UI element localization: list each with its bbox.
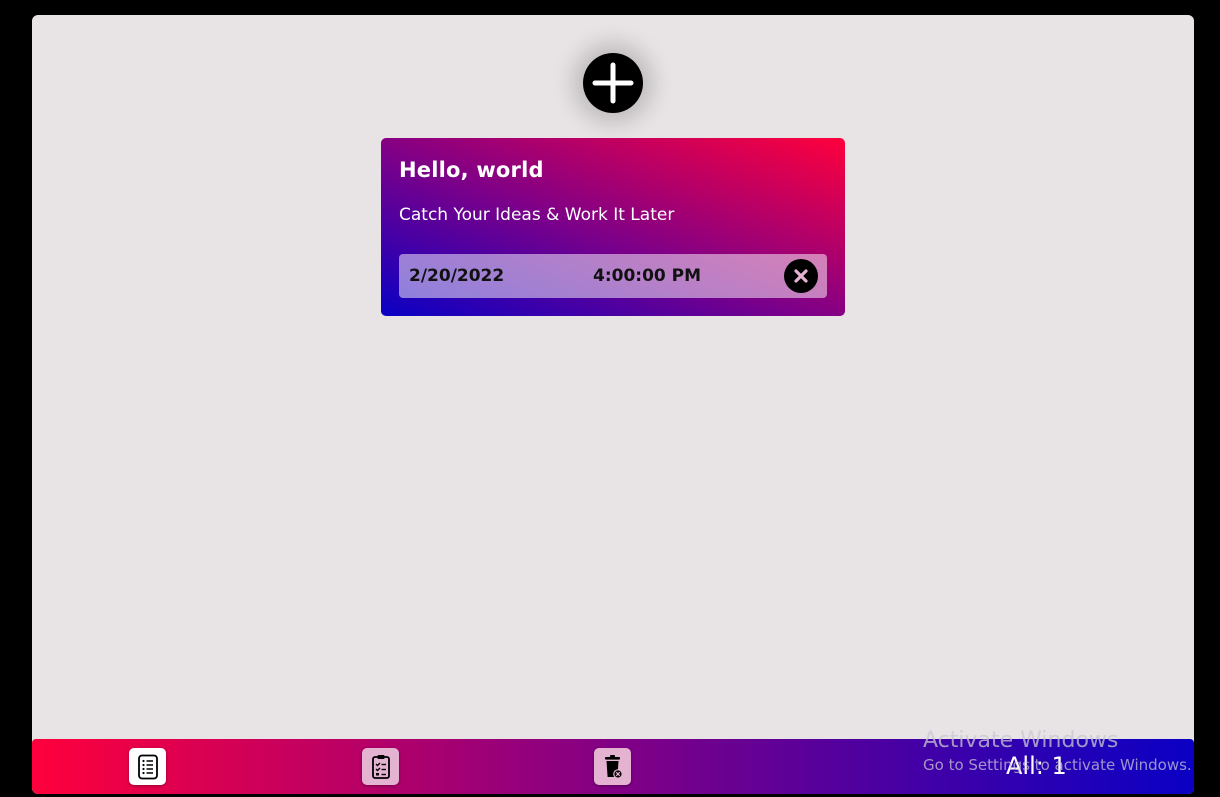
add-note-button[interactable] (583, 53, 643, 113)
completed-notes-button[interactable] (362, 748, 399, 785)
note-footer: 2/20/2022 4:00:00 PM (399, 254, 827, 298)
note-body: Catch Your Ideas & Work It Later (399, 205, 675, 225)
note-title: Hello, world (399, 158, 544, 182)
note-card[interactable]: Hello, world Catch Your Ideas & Work It … (381, 138, 845, 316)
close-icon (794, 269, 808, 283)
note-date: 2/20/2022 (409, 266, 505, 286)
notes-count: All: 1 (1006, 752, 1067, 780)
clipboard-check-icon (371, 754, 390, 779)
delete-note-button[interactable] (784, 259, 818, 293)
plus-icon (592, 62, 634, 104)
trash-notes-button[interactable] (594, 748, 631, 785)
all-notes-button[interactable] (129, 748, 166, 785)
app-container: Hello, world Catch Your Ideas & Work It … (32, 15, 1194, 794)
note-time: 4:00:00 PM (593, 266, 702, 286)
bottom-nav-bar: All: 1 (32, 739, 1194, 794)
list-icon (137, 754, 158, 779)
trash-icon (604, 754, 623, 779)
